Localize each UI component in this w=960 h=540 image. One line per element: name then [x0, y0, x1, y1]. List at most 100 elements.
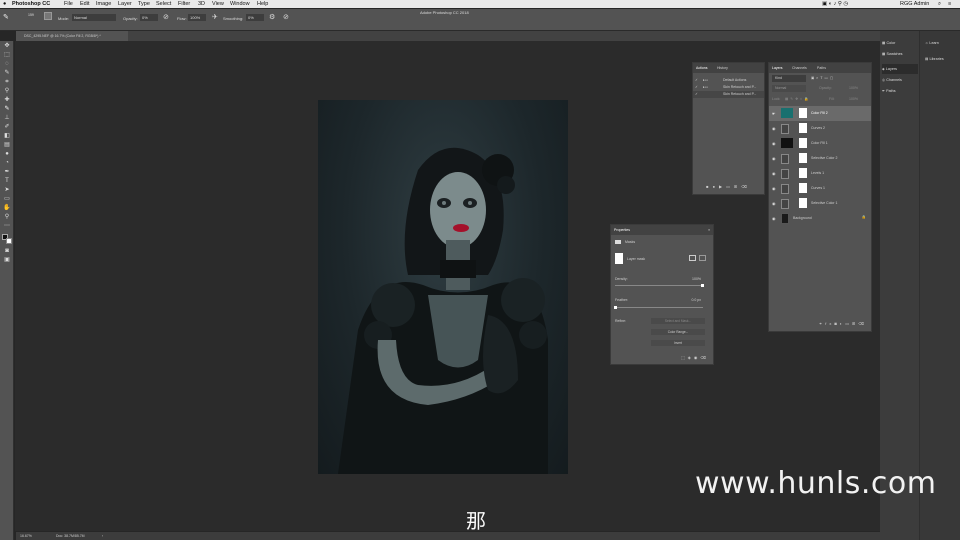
app-name-menu[interactable]: Photoshop CC — [12, 0, 50, 8]
document-tab[interactable]: DSC_4295.NEF @ 16.7% (Color Fill 2, RGB/… — [16, 31, 128, 41]
invert-button[interactable]: Invert — [651, 340, 705, 346]
layer-mask-thumbnail[interactable] — [799, 138, 807, 148]
layer-name[interactable]: Selective Color 1 — [811, 201, 837, 205]
layer-row[interactable]: ◉ Curves 2 — [769, 121, 871, 136]
density-slider[interactable] — [615, 285, 703, 286]
layer-name[interactable]: Color Fill 2 — [811, 111, 828, 115]
menu-list-icon[interactable]: ≡ — [948, 0, 951, 8]
pressure-opacity-icon[interactable]: ⊘ — [163, 13, 169, 21]
dodge-tool-icon[interactable]: ◔ — [3, 160, 11, 166]
layer-row[interactable]: ◉ Levels 1 — [769, 166, 871, 181]
delete-layer-icon[interactable]: ⌫ — [858, 321, 867, 326]
action-set-row[interactable]: ✓ ▸▭ Skin Retouch and P... — [693, 84, 764, 91]
healing-tool-icon[interactable]: ✚ — [3, 97, 11, 103]
marquee-tool-icon[interactable]: ⬚ — [3, 52, 11, 58]
select-and-mask-button[interactable]: Select and Mask... — [651, 318, 705, 324]
layer-opacity-value[interactable]: 100% — [849, 86, 858, 90]
new-set-icon[interactable]: ▭ — [726, 184, 734, 189]
panel-menu-icon[interactable]: ≡ — [708, 225, 710, 235]
action-row[interactable]: ✓ Skin Retouch and P... — [693, 91, 764, 98]
layer-row[interactable]: ◉ Selective Color 2 — [769, 151, 871, 166]
stamp-tool-icon[interactable]: ⊥ — [3, 115, 11, 121]
gear-icon[interactable]: ⚙ — [269, 13, 275, 21]
pixel-mask-icon[interactable] — [689, 255, 696, 261]
menu-window[interactable]: Window — [230, 0, 250, 8]
density-slider-handle[interactable] — [701, 284, 704, 287]
gradient-tool-icon[interactable]: ▤ — [3, 142, 11, 148]
check-icon[interactable]: ✓ — [695, 77, 698, 84]
mode-select[interactable]: Normal — [72, 14, 116, 21]
more-tools-icon[interactable]: ⋯ — [3, 223, 11, 229]
pressure-size-icon[interactable]: ⊘ — [283, 13, 289, 21]
group-icon[interactable]: ▭ — [845, 321, 852, 326]
layer-mask-thumbnail[interactable] — [799, 153, 807, 163]
layer-mask-thumbnail[interactable] — [799, 108, 807, 118]
hand-tool-icon[interactable]: ✋ — [3, 205, 11, 211]
lasso-tool-icon[interactable]: ◌ — [3, 61, 11, 67]
action-set-row[interactable]: ✓ ▸▭ Default Actions — [693, 77, 764, 84]
check-icon[interactable]: ✓ — [695, 91, 698, 98]
layer-name[interactable]: Background — [793, 216, 812, 220]
layer-name[interactable]: Curves 2 — [811, 126, 825, 130]
smoothing-input[interactable]: 0% — [246, 14, 264, 21]
filter-icons[interactable]: ▣◐T▭▢ — [811, 76, 835, 80]
crop-tool-icon[interactable]: ⌗ — [3, 79, 11, 85]
menu-3d[interactable]: 3D — [198, 0, 205, 8]
layer-mask-thumbnail[interactable] — [799, 123, 807, 133]
eyedropper-tool-icon[interactable]: ⚲ — [3, 88, 11, 94]
menu-help[interactable]: Help — [257, 0, 268, 8]
feather-slider[interactable] — [615, 307, 703, 308]
load-selection-icon[interactable]: ⬚ — [681, 355, 688, 360]
document-image[interactable] — [318, 100, 568, 474]
quick-select-tool-icon[interactable]: ✎ — [3, 70, 11, 76]
blur-tool-icon[interactable]: ● — [3, 151, 11, 157]
eye-icon[interactable]: ◉ — [772, 186, 776, 191]
fx-icon[interactable]: fx — [825, 321, 834, 326]
dock-swatches[interactable]: ▦ Swatches — [882, 49, 918, 59]
shape-tool-icon[interactable]: ▭ — [3, 196, 11, 202]
blend-mode-select[interactable]: Normal — [772, 85, 806, 92]
eye-icon[interactable]: ◉ — [772, 171, 776, 176]
background-color-swatch[interactable] — [6, 238, 12, 244]
eye-icon[interactable]: ◉ — [772, 201, 776, 206]
layer-row[interactable]: ◉ Background 🔒 — [769, 211, 871, 226]
path-select-tool-icon[interactable]: ➤ — [3, 187, 11, 193]
menu-image[interactable]: Image — [96, 0, 111, 8]
fill-value[interactable]: 100% — [849, 97, 858, 101]
eye-icon[interactable]: ◉ — [772, 141, 776, 146]
move-tool-icon[interactable]: ✥ — [3, 43, 11, 49]
brush-size[interactable]: 159 — [28, 13, 40, 25]
layer-mask-thumbnail[interactable] — [799, 168, 807, 178]
layer-row[interactable]: ☛ Color Fill 2 — [769, 106, 871, 121]
layer-name[interactable]: Levels 1 — [811, 171, 824, 175]
pen-tool-icon[interactable]: ✒ — [3, 169, 11, 175]
zoom-level[interactable]: 16.67% — [20, 532, 32, 540]
menu-file[interactable]: File — [64, 0, 73, 8]
play-icon[interactable]: ▶ — [719, 184, 726, 189]
tab-paths[interactable]: Paths — [817, 63, 826, 73]
kind-filter-select[interactable]: Kind — [772, 75, 806, 82]
screen-mode-icon[interactable]: ▣ — [3, 257, 11, 263]
doc-size[interactable]: Doc: 38.7M/85.7M — [56, 532, 85, 540]
status-arrow-icon[interactable]: › — [102, 532, 103, 540]
flow-input[interactable]: 100% — [188, 14, 206, 21]
layer-name[interactable]: Curves 1 — [811, 186, 825, 190]
dock-channels[interactable]: ◎ Channels — [882, 75, 918, 85]
search-icon[interactable]: ⌕ — [938, 0, 941, 8]
menu-edit[interactable]: Edit — [80, 0, 89, 8]
type-tool-icon[interactable]: T — [3, 178, 11, 184]
layer-row[interactable]: ◉ Curves 1 — [769, 181, 871, 196]
brush-panel-icon[interactable] — [44, 12, 52, 20]
menu-view[interactable]: View — [212, 0, 224, 8]
tab-channels[interactable]: Channels — [792, 63, 807, 73]
eye-icon[interactable]: ◉ — [772, 156, 776, 161]
feather-value[interactable]: 0.0 px — [691, 298, 701, 302]
apple-icon[interactable]: ● — [3, 0, 6, 8]
dock-learn[interactable]: ☼ Learn — [925, 38, 959, 48]
tab-layers[interactable]: Layers — [772, 63, 783, 73]
layer-mask-thumbnail[interactable] — [799, 183, 807, 193]
brush-tool-preset-icon[interactable]: ✎ — [3, 13, 23, 25]
tab-actions[interactable]: Actions — [696, 63, 707, 73]
history-brush-tool-icon[interactable]: ✐ — [3, 124, 11, 130]
user-name[interactable]: RGG Admin — [900, 0, 929, 8]
